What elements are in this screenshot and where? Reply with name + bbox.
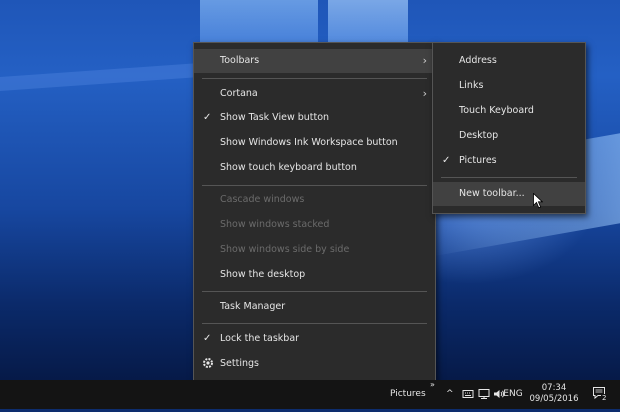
submenu-item-touch-keyboard[interactable]: Touch Keyboard <box>433 99 585 123</box>
menu-item-label: Cascade windows <box>220 194 305 205</box>
menu-separator <box>202 185 427 186</box>
menu-item-label: Show Windows Ink Workspace button <box>220 137 398 148</box>
menu-item-label: Touch Keyboard <box>459 105 534 116</box>
submenu-item-pictures[interactable]: ✓ Pictures <box>433 149 585 173</box>
touch-keyboard-icon[interactable] <box>462 388 474 400</box>
clock[interactable]: 07:34 09/05/2016 <box>526 383 582 412</box>
wallpaper-pane <box>0 63 200 91</box>
clock-date: 09/05/2016 <box>529 394 579 404</box>
pictures-toolbar[interactable]: Pictures » <box>390 380 435 409</box>
menu-item-label: New toolbar... <box>459 188 525 199</box>
menu-item-windows-side-by-side: Show windows side by side <box>194 238 435 262</box>
taskbar-context-menu: Toolbars › Cortana › ✓ Show Task View bu… <box>193 42 436 382</box>
network-icon[interactable] <box>478 388 490 400</box>
menu-item-label: Cortana <box>220 88 258 99</box>
menu-item-label: Show Task View button <box>220 112 330 123</box>
menu-item-label: Settings <box>220 358 259 369</box>
menu-item-label: Pictures <box>459 155 497 166</box>
pictures-toolbar-label: Pictures <box>390 389 426 399</box>
menu-item-label: Address <box>459 55 497 66</box>
menu-item-windows-stacked: Show windows stacked <box>194 213 435 237</box>
menu-separator <box>202 291 427 292</box>
chevron-up-icon[interactable]: ^ <box>446 380 454 409</box>
menu-item-cortana[interactable]: Cortana › <box>194 82 435 106</box>
menu-separator <box>441 177 577 178</box>
checkmark-icon: ✓ <box>203 112 212 123</box>
cursor-icon <box>533 193 543 209</box>
menu-item-settings[interactable]: Settings <box>194 352 435 376</box>
menu-item-show-task-view[interactable]: ✓ Show Task View button <box>194 106 435 130</box>
action-center-button[interactable]: 2 <box>592 386 608 402</box>
menu-item-label: Lock the taskbar <box>220 333 300 344</box>
menu-separator <box>202 323 427 324</box>
menu-item-show-touch-keyboard[interactable]: Show touch keyboard button <box>194 156 435 180</box>
submenu-item-desktop[interactable]: Desktop <box>433 124 585 148</box>
checkmark-icon: ✓ <box>442 155 451 166</box>
checkmark-icon: ✓ <box>203 333 212 344</box>
gear-icon <box>203 358 213 368</box>
menu-item-label: Desktop <box>459 130 499 141</box>
menu-item-show-ink-workspace[interactable]: Show Windows Ink Workspace button <box>194 131 435 155</box>
toolbar-overflow-icon[interactable]: » <box>430 370 435 399</box>
menu-item-lock-taskbar[interactable]: ✓ Lock the taskbar <box>194 327 435 351</box>
toolbars-submenu: Address Links Touch Keyboard Desktop ✓ P… <box>432 42 586 214</box>
menu-item-label: Show the desktop <box>220 269 306 280</box>
menu-item-label: Show windows stacked <box>220 219 330 230</box>
menu-item-show-desktop[interactable]: Show the desktop <box>194 263 435 287</box>
menu-item-label: Toolbars <box>220 55 260 66</box>
menu-separator <box>202 78 427 79</box>
menu-item-label: Task Manager <box>220 301 286 312</box>
menu-item-task-manager[interactable]: Task Manager <box>194 295 435 319</box>
submenu-item-address[interactable]: Address <box>433 49 585 73</box>
menu-item-label: Show windows side by side <box>220 244 350 255</box>
submenu-arrow-icon: › <box>422 54 427 67</box>
menu-item-toolbars[interactable]: Toolbars › <box>194 49 435 73</box>
notification-count-badge: 2 <box>601 394 608 402</box>
taskbar[interactable]: Pictures » ^ ENG 07:34 09/05/2016 2 <box>0 380 620 409</box>
menu-item-label: Links <box>459 80 484 91</box>
menu-item-cascade-windows: Cascade windows <box>194 188 435 212</box>
submenu-item-new-toolbar[interactable]: New toolbar... <box>433 182 585 206</box>
submenu-item-links[interactable]: Links <box>433 74 585 98</box>
language-indicator[interactable]: ENG <box>503 380 523 409</box>
menu-item-label: Show touch keyboard button <box>220 162 357 173</box>
clock-time: 07:34 <box>541 383 567 393</box>
submenu-arrow-icon: › <box>422 87 427 100</box>
